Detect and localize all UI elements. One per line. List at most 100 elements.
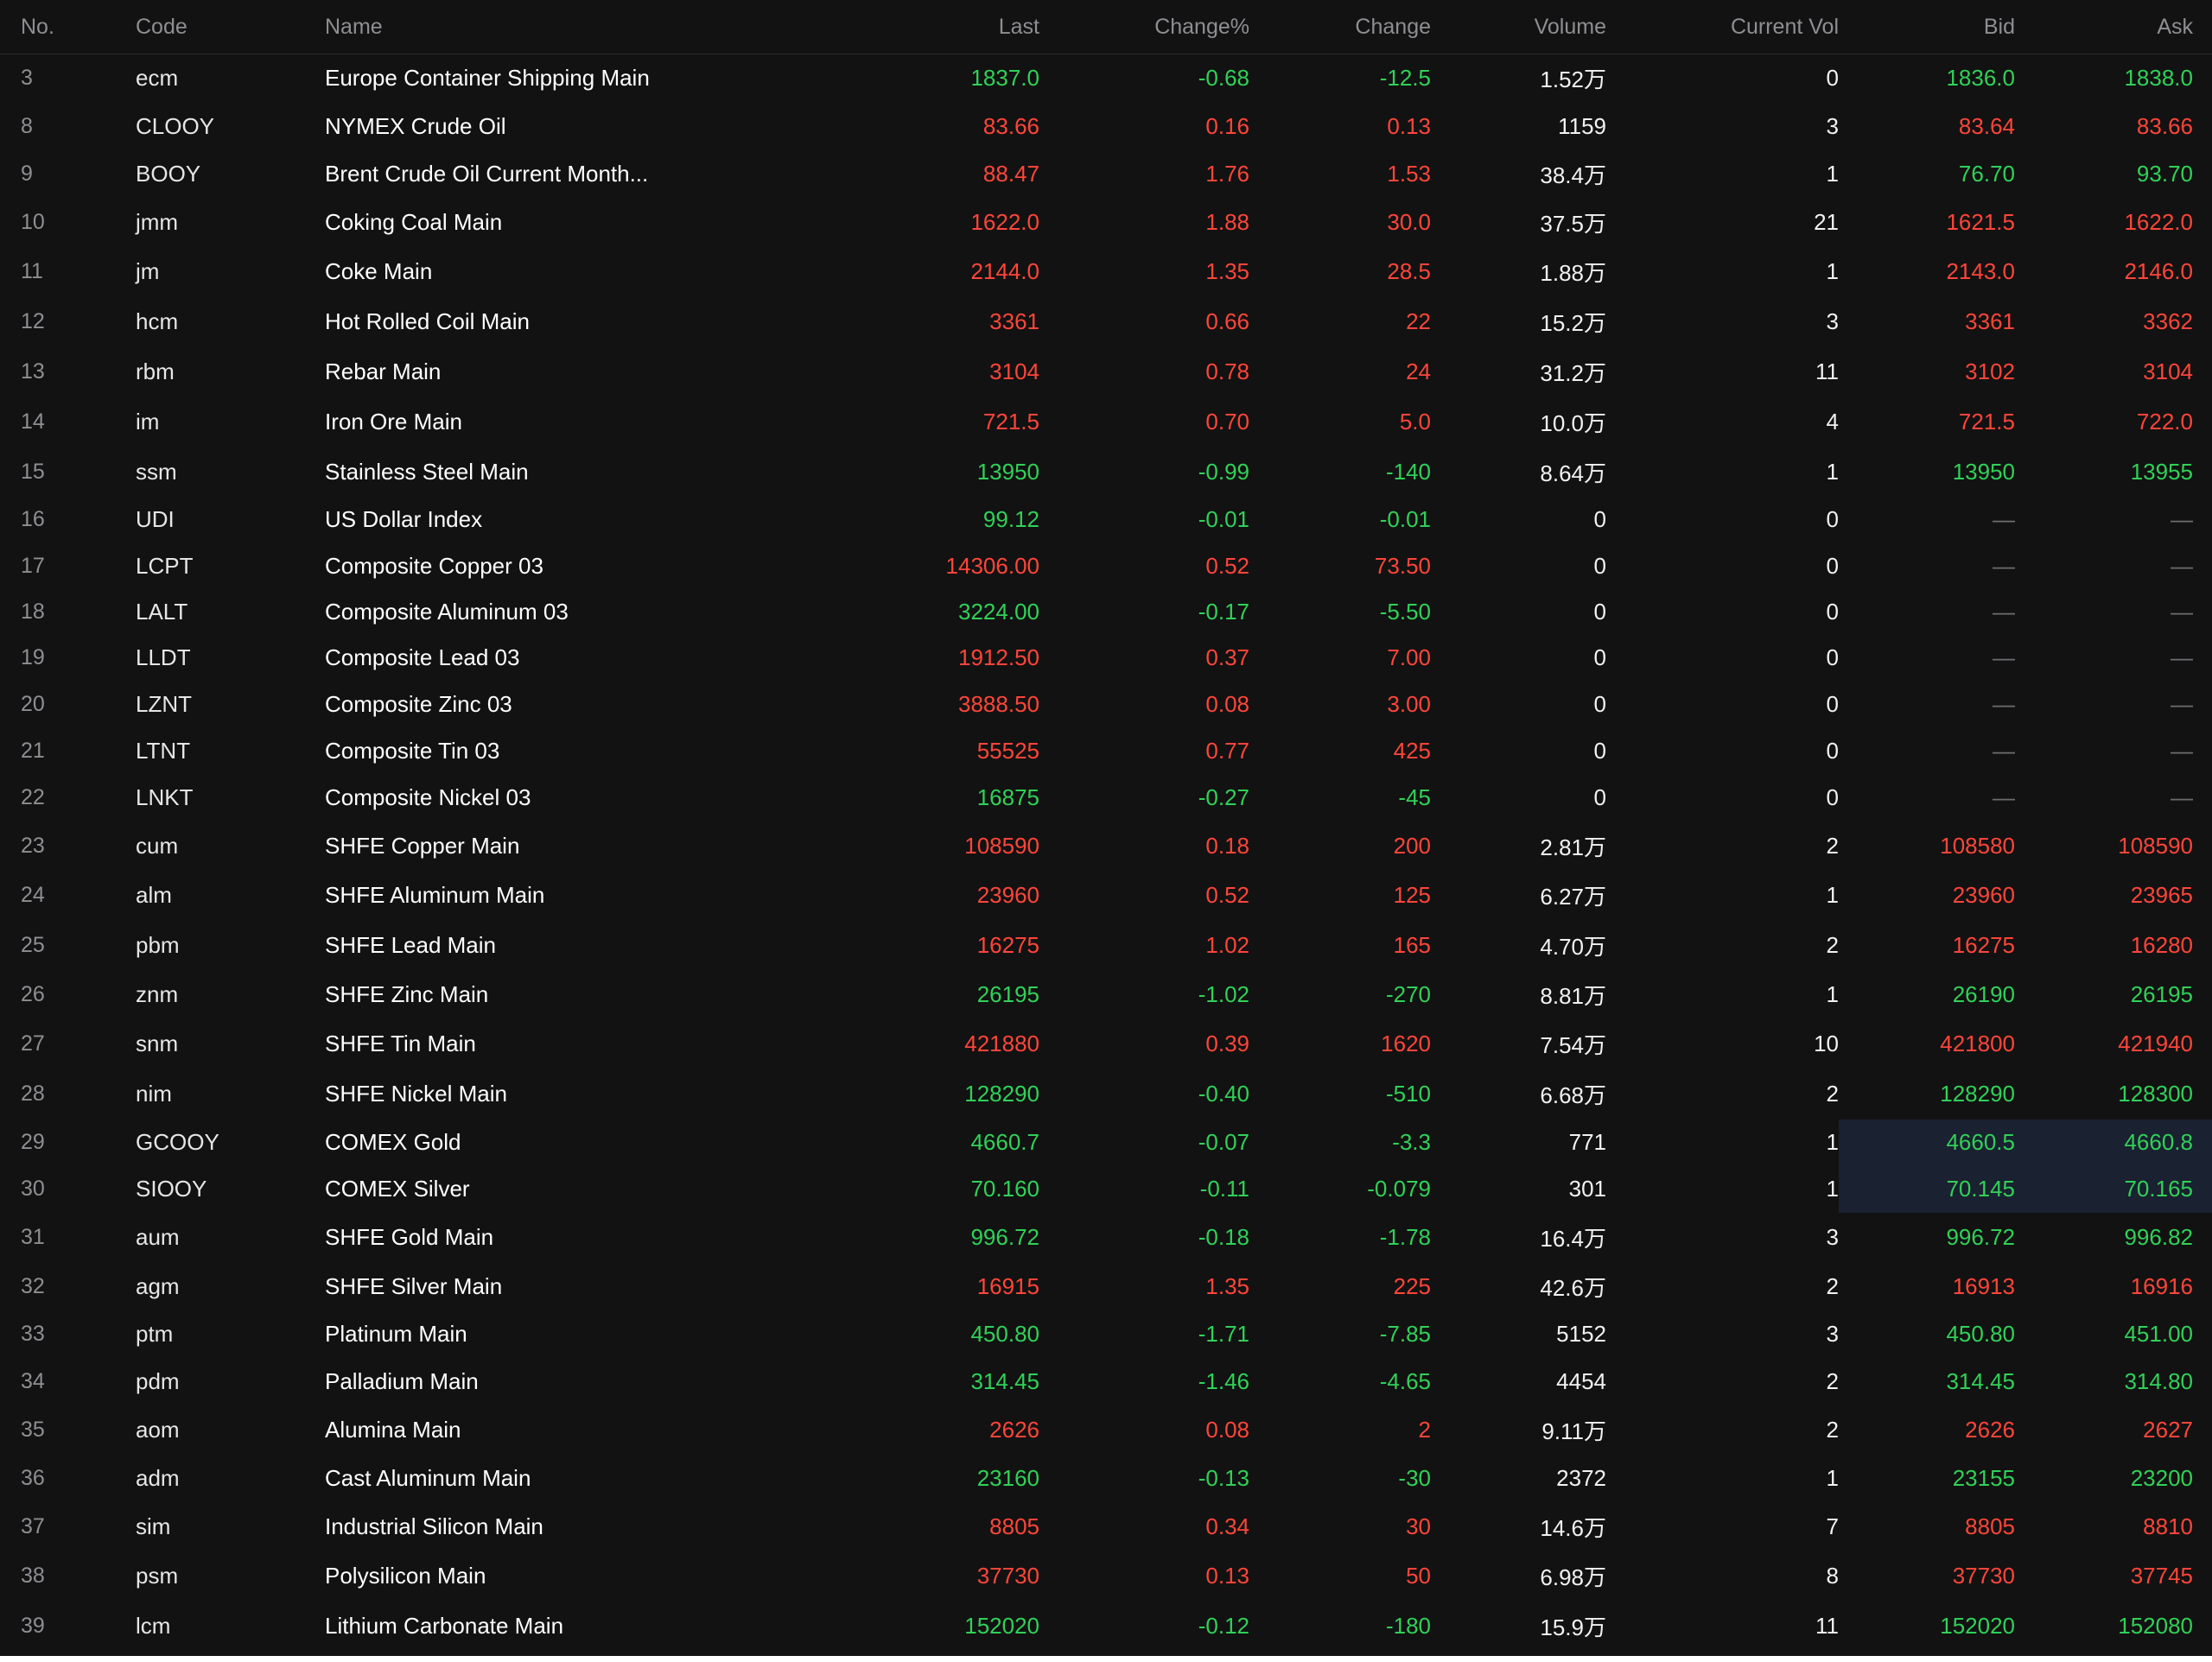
table-row[interactable]: 16 UDI US Dollar Index 99.12 -0.01 -0.01 0 0 — — (0, 497, 2212, 543)
cell-last: 16875 (976, 784, 1039, 810)
table-row[interactable]: 27 snm SHFE Tin Main 421880 0.39 1620 7.54万 10 4… (0, 1019, 2212, 1069)
cell-name: COMEX Silver (325, 1176, 470, 1202)
header-change[interactable]: Change (1249, 0, 1431, 54)
cell-name: COMEX Gold (325, 1129, 461, 1155)
table-row[interactable]: 28 nim SHFE Nickel Main 128290 -0.40 -510 6.68… (0, 1069, 2212, 1120)
cell-ask: 16916 (2130, 1272, 2193, 1299)
table-row[interactable]: 19 LLDT Composite Lead 03 1912.50 0.37 7.00 0 0… (0, 635, 2212, 682)
table-row[interactable]: 17 LCPT Composite Copper 03 14306.00 0.52 73.… (0, 543, 2212, 589)
table-row[interactable]: 30 SIOOY COMEX Silver 70.160 -0.11 -0.079 301 1… (0, 1165, 2212, 1213)
cell-change-pct: -0.01 (1198, 506, 1249, 532)
cell-ask: 421940 (2118, 1031, 2193, 1056)
table-row[interactable]: 24 alm SHFE Aluminum Main 23960 0.52 125 6.27万… (0, 871, 2212, 921)
cell-current-vol: 0 (1826, 691, 1839, 717)
table-row[interactable]: 33 ptm Platinum Main 450.80 -1.71 -7.85 5152 3 4… (0, 1311, 2212, 1358)
table-row[interactable]: 38 psm Polysilicon Main 37730 0.13 50 6.98万 8 37… (0, 1551, 2212, 1602)
table-row[interactable]: 13 rbm Rebar Main 3104 0.78 24 31.2万 11 3102 3104 (0, 347, 2212, 397)
table-row[interactable]: 37 sim Industrial Silicon Main 8805 0.34 30 14… (0, 1502, 2212, 1551)
cell-no: 36 (21, 1465, 45, 1490)
cell-volume: 0 (1593, 738, 1606, 764)
table-row[interactable]: 31 aum SHFE Gold Main 996.72 -0.18 -1.78 16.4万… (0, 1213, 2212, 1262)
cell-name: SHFE Tin Main (325, 1031, 476, 1056)
cell-last: 1912.50 (958, 644, 1039, 670)
cell-name: US Dollar Index (325, 506, 483, 532)
cell-last: 88.47 (982, 161, 1039, 187)
cell-change-pct: 0.16 (1205, 112, 1249, 139)
cell-volume: 0 (1593, 552, 1606, 579)
cell-name: Iron Ore Main (325, 409, 462, 435)
table-row[interactable]: 9 BOOY Brent Crude Oil Current Month... 88.… (0, 151, 2212, 198)
cell-no: 18 (21, 599, 45, 624)
table-row[interactable]: 12 hcm Hot Rolled Coil Main 3361 0.66 22 15.2万… (0, 297, 2212, 347)
cell-change-pct: -1.46 (1198, 1367, 1249, 1394)
cell-no: 10 (21, 209, 45, 234)
cell-ask: 128300 (2118, 1081, 2193, 1107)
table-row[interactable]: 8 CLOOY NYMEX Crude Oil 83.66 0.16 0.13 1159 3 8… (0, 102, 2212, 151)
header-bid[interactable]: Bid (1839, 0, 2015, 54)
header-ask[interactable]: Ask (2015, 0, 2212, 54)
table-row[interactable]: 18 LALT Composite Aluminum 03 3224.00 -0.17 -… (0, 589, 2212, 635)
cell-name: Coking Coal Main (325, 208, 503, 235)
cell-change-pct: -1.71 (1198, 1321, 1249, 1347)
cell-current-vol: 3 (1826, 1321, 1839, 1347)
header-name[interactable]: Name (309, 0, 845, 54)
cell-change: -3.3 (1392, 1129, 1431, 1155)
header-change-pct[interactable]: Change% (1039, 0, 1249, 54)
cell-no: 16 (21, 507, 45, 531)
cell-change: -140 (1385, 458, 1431, 485)
table-row[interactable]: 14 im Iron Ore Main 721.5 0.70 5.0 10.0万 4 721.5… (0, 397, 2212, 447)
cell-change: 200 (1393, 832, 1431, 859)
cell-change-pct: 0.77 (1205, 738, 1249, 764)
table-row[interactable]: 29 GCOOY COMEX Gold 4660.7 -0.07 -3.3 771 1 4660… (0, 1119, 2212, 1166)
table-row[interactable]: 22 LNKT Composite Nickel 03 16875 -0.27 -45 0 0… (0, 775, 2212, 821)
header-last[interactable]: Last (845, 0, 1039, 54)
cell-volume: 0 (1593, 691, 1606, 717)
table-row[interactable]: 15 ssm Stainless Steel Main 13950 -0.99 -140 8… (0, 447, 2212, 497)
cell-last: 16915 (976, 1272, 1039, 1299)
cell-last: 996.72 (970, 1223, 1039, 1250)
header-current-vol[interactable]: Current Vol (1606, 0, 1839, 54)
header-code[interactable]: Code (121, 0, 309, 54)
cell-name: SHFE Zinc Main (325, 980, 489, 1007)
table-row[interactable]: 20 LZNT Composite Zinc 03 3888.50 0.08 3.00 0 0… (0, 682, 2212, 728)
cell-current-vol: 2 (1826, 1416, 1839, 1443)
table-row[interactable]: 26 znm SHFE Zinc Main 26195 -1.02 -270 8.81万 1 2… (0, 970, 2212, 1019)
cell-ask: 83.66 (2136, 112, 2193, 139)
cell-last: 3361 (989, 308, 1039, 334)
cell-ask: 23200 (2130, 1464, 2193, 1491)
cell-change-pct: -0.12 (1198, 1612, 1249, 1639)
quotes-table: No. Code Name Last Change% Change Volume… (0, 0, 2212, 1651)
table-row[interactable]: 23 cum SHFE Copper Main 108590 0.18 200 2.81万 2… (0, 821, 2212, 871)
header-no[interactable]: No. (0, 0, 121, 54)
cell-code: LLDT (136, 644, 191, 670)
table-row[interactable]: 11 jm Coke Main 2144.0 1.35 28.5 1.88万 1 2143.0 2… (0, 247, 2212, 297)
table-row[interactable]: 36 adm Cast Aluminum Main 23160 -0.13 -30 2372… (0, 1455, 2212, 1502)
cell-current-vol: 1 (1826, 882, 1839, 908)
table-row[interactable]: 34 pdm Palladium Main 314.45 -1.46 -4.65 4454 2… (0, 1358, 2212, 1405)
table-body: 3 ecm Europe Container Shipping Main 1837.0… (0, 54, 2212, 1651)
cell-change-pct: -0.27 (1198, 784, 1249, 810)
cell-volume: 37.5万 (1540, 210, 1606, 237)
table-row[interactable]: 39 lcm Lithium Carbonate Main 152020 -0.12 -1… (0, 1602, 2212, 1651)
cell-name: SHFE Nickel Main (325, 1081, 507, 1107)
cell-code: LNKT (136, 784, 194, 810)
table-row[interactable]: 35 aom Alumina Main 2626 0.08 2 9.11万 2 2626 2627 (0, 1405, 2212, 1455)
header-volume[interactable]: Volume (1431, 0, 1606, 54)
cell-no: 31 (21, 1224, 45, 1249)
table-row[interactable]: 3 ecm Europe Container Shipping Main 1837.0… (0, 54, 2212, 102)
cell-code: BOOY (136, 161, 201, 187)
cell-volume: 2.81万 (1540, 834, 1606, 860)
cell-bid: 450.80 (1946, 1321, 2015, 1347)
cell-change-pct: 0.08 (1205, 691, 1249, 717)
table-row[interactable]: 10 jmm Coking Coal Main 1622.0 1.88 30.0 37.5万… (0, 198, 2212, 247)
table-row[interactable]: 25 pbm SHFE Lead Main 16275 1.02 165 4.70万 2 162… (0, 921, 2212, 970)
table-row[interactable]: 21 LTNT Composite Tin 03 55525 0.77 425 0 0 — — (0, 728, 2212, 775)
table-row[interactable]: 32 agm SHFE Silver Main 16915 1.35 225 42.6万 2 1… (0, 1262, 2212, 1311)
cell-change-pct: 1.35 (1205, 258, 1249, 284)
cell-ask: 23965 (2130, 882, 2193, 908)
cell-last: 4660.7 (970, 1129, 1039, 1155)
cell-change-pct: -0.11 (1199, 1176, 1249, 1202)
cell-change: -1.78 (1379, 1223, 1431, 1250)
cell-change-pct: -0.17 (1198, 598, 1249, 625)
cell-bid: 128290 (1940, 1081, 2015, 1107)
